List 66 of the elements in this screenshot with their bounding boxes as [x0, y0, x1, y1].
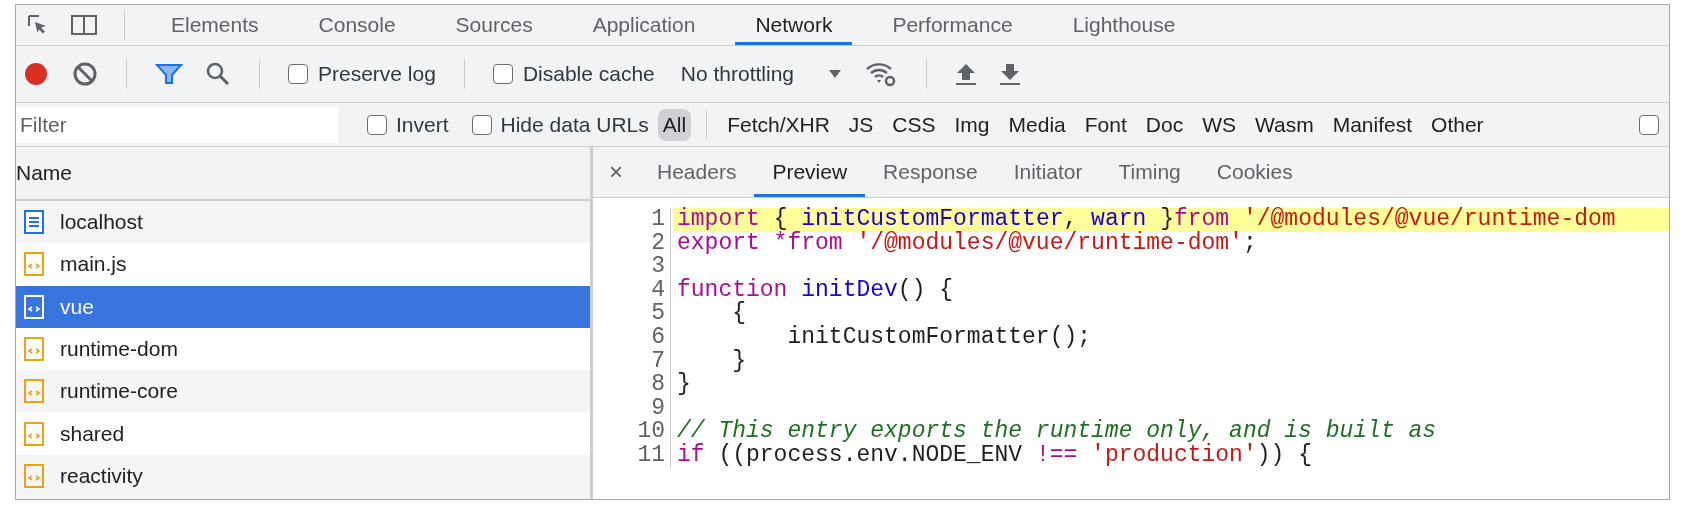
checkbox[interactable] — [471, 114, 492, 135]
request-row[interactable]: reactivity — [16, 454, 590, 498]
type-filter-button[interactable]: All — [657, 108, 692, 141]
caret-icon[interactable] — [828, 69, 843, 79]
type-filter-button[interactable]: Fetch/XHR — [722, 108, 835, 141]
script-file-icon — [24, 294, 44, 319]
script-file-icon — [24, 463, 44, 488]
checkbox[interactable] — [288, 64, 308, 84]
code-line: // This entry exports the runtime only, and is built as — [677, 420, 1437, 444]
request-row[interactable]: runtime-dom — [16, 327, 590, 371]
panel-tab[interactable]: Network — [735, 5, 853, 45]
detail-tab[interactable]: Initiator — [995, 147, 1101, 197]
request-row[interactable]: shared — [16, 412, 590, 455]
type-filter-button[interactable]: Manifest — [1327, 108, 1418, 141]
download-icon[interactable] — [999, 62, 1022, 86]
type-filter-button[interactable]: Wasm — [1249, 108, 1319, 141]
code-line: initCustomFormatter(); — [786, 325, 1092, 350]
detail-tab[interactable]: Preview — [754, 147, 866, 197]
checkbox[interactable] — [1639, 114, 1659, 135]
record-button[interactable] — [22, 60, 50, 88]
clear-icon[interactable] — [72, 61, 98, 87]
code-line: } — [677, 373, 691, 397]
panel-tab[interactable]: Performance — [872, 5, 1033, 45]
upload-icon[interactable] — [955, 62, 978, 86]
throttling-dropdown[interactable]: No throttling — [680, 62, 795, 86]
type-filter-button[interactable]: Doc — [1140, 108, 1189, 141]
checkbox[interactable] — [367, 114, 387, 135]
panel-tab[interactable]: Application — [572, 5, 716, 45]
filter-icon[interactable] — [155, 62, 183, 86]
document-icon — [24, 210, 44, 235]
request-row[interactable]: vue — [16, 285, 590, 328]
checkbox[interactable] — [492, 64, 513, 84]
checkbox-label: Invert — [396, 112, 449, 137]
code-line: { — [731, 302, 746, 326]
type-filter-button[interactable]: Font — [1079, 108, 1132, 141]
type-filter-button[interactable]: Other — [1426, 108, 1489, 141]
code-line: if ((process.env.NODE_ENV !== 'production')) { — [677, 443, 1312, 468]
type-filter-button[interactable]: Media — [1003, 108, 1071, 141]
type-filter-button[interactable]: Img — [949, 108, 995, 141]
detail-tab[interactable]: Headers — [639, 147, 755, 197]
request-row[interactable]: runtime-core — [16, 370, 590, 413]
close-button[interactable]: × — [593, 147, 639, 197]
detail-tab[interactable]: Cookies — [1198, 147, 1311, 197]
panel-tab[interactable]: Console — [298, 5, 416, 45]
detail-tab[interactable]: Response — [865, 147, 996, 197]
checkbox-label: Hide data URLs — [500, 112, 649, 137]
detail-tab[interactable]: Timing — [1100, 147, 1199, 197]
panel-tab[interactable]: Elements — [151, 5, 279, 45]
checkbox-label: Disable cache — [522, 62, 655, 86]
device-toolbar-icon[interactable] — [70, 13, 98, 37]
type-filter-button[interactable]: WS — [1197, 108, 1241, 141]
request-row[interactable]: main.js — [16, 243, 590, 286]
panel-tab[interactable]: Lighthouse — [1052, 5, 1196, 45]
type-filter-button[interactable]: JS — [843, 108, 879, 141]
script-file-icon — [24, 421, 44, 446]
script-file-icon — [24, 337, 44, 362]
code-line: } — [731, 349, 746, 374]
type-filter-button[interactable]: CSS — [887, 108, 941, 141]
script-file-icon — [24, 252, 44, 277]
panel-tab[interactable]: Sources — [435, 5, 553, 45]
script-file-icon — [24, 379, 44, 404]
search-icon[interactable] — [205, 61, 231, 87]
request-row[interactable]: localhost — [16, 201, 590, 244]
code-line: export *from '/@modules/@vue/runtime-dom'; — [677, 231, 1257, 256]
filter-field[interactable]: Filter — [16, 106, 338, 143]
checkbox-label: Preserve log — [318, 62, 436, 86]
